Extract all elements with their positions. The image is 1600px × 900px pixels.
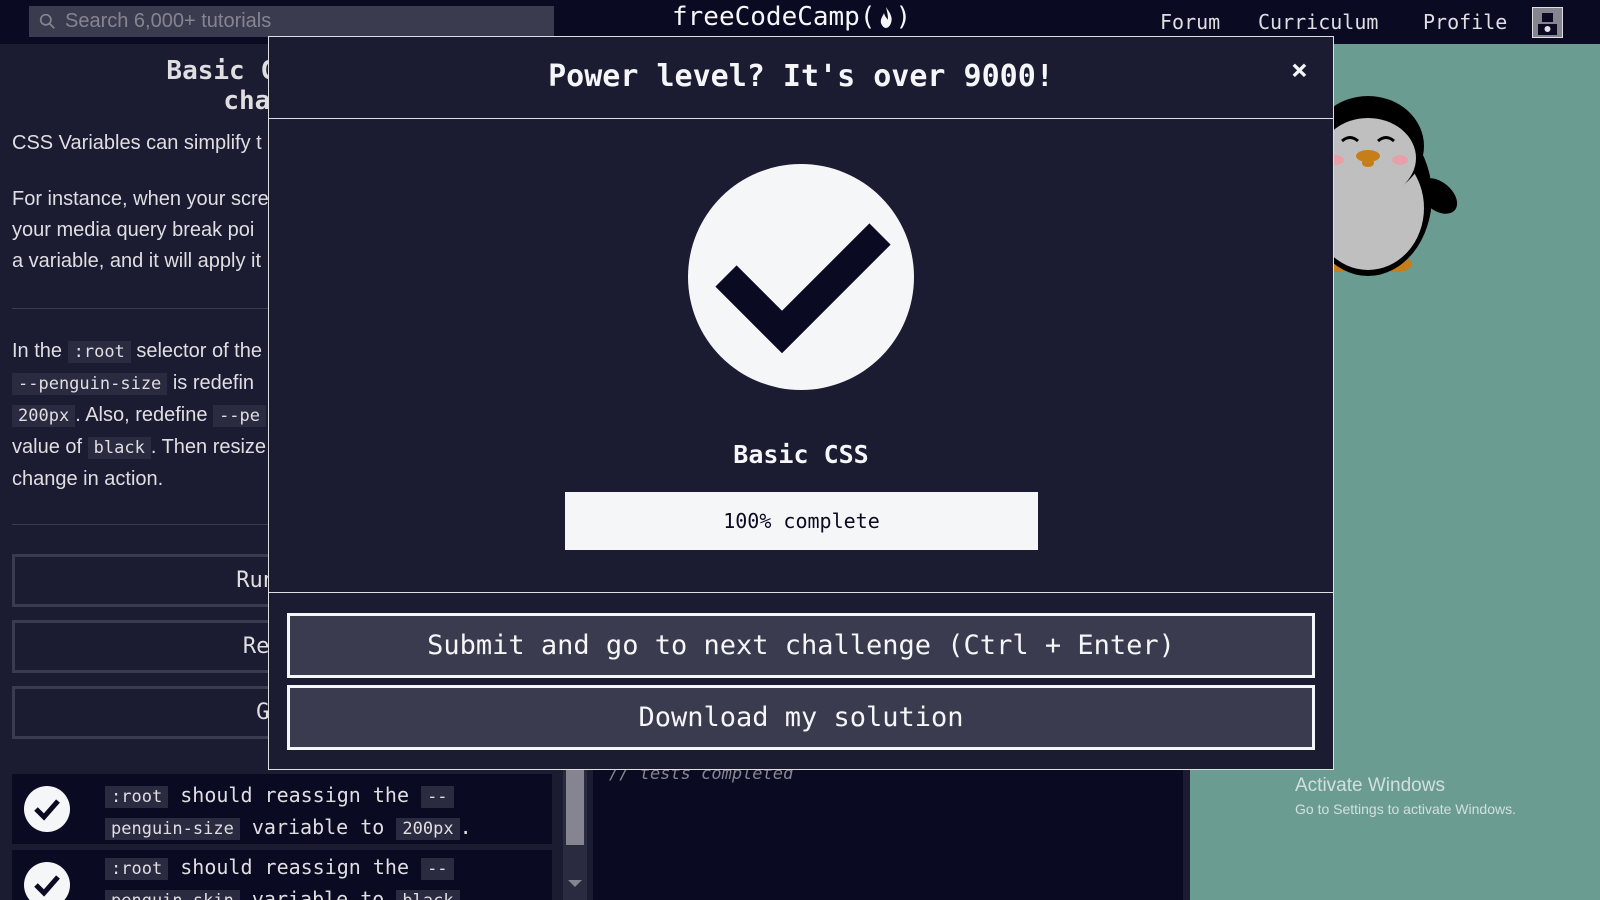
code-root: :root	[105, 858, 169, 880]
certification-name: Basic CSS	[733, 440, 869, 469]
instr-text: In the	[12, 340, 63, 362]
windows-watermark-title: Activate Windows	[1295, 775, 1445, 796]
instr-text: selector of the	[136, 340, 262, 362]
code-dashes: --	[421, 858, 454, 880]
test-console: // tests completed	[593, 754, 1183, 900]
code-root: :root	[105, 786, 169, 808]
completion-modal: Power level? It's over 9000! × Basic CSS…	[268, 36, 1334, 770]
test-text-part: should reassign the	[180, 783, 410, 807]
instr-text: . Also, redefine	[75, 404, 208, 426]
code-root: :root	[67, 341, 131, 363]
check-icon	[24, 786, 70, 832]
code-black: black	[87, 437, 151, 459]
scrollbar-thumb[interactable]	[566, 770, 584, 845]
modal-title: Power level? It's over 9000!	[548, 59, 1054, 94]
code-penguin-size: penguin-size	[105, 818, 240, 840]
code-pe: --pe	[213, 405, 267, 427]
paragraph-2-line: your media query break poi	[12, 219, 255, 241]
search-input[interactable]: Search 6,000+ tutorials	[65, 10, 271, 33]
code-200px: 200px	[396, 818, 460, 840]
search-icon	[39, 13, 55, 29]
instr-text: change in action.	[12, 468, 164, 490]
download-solution-button[interactable]: Download my solution	[287, 685, 1315, 750]
paragraph-2-line: a variable, and it will apply it	[12, 250, 262, 272]
instr-text: value of	[12, 436, 83, 458]
progress-label: 100% complete	[723, 509, 880, 533]
instr-text: . Then resize	[150, 436, 267, 458]
code-200px: 200px	[12, 405, 76, 427]
scroll-down-icon[interactable]	[568, 880, 582, 887]
test-text-part: should reassign the	[180, 855, 410, 879]
paragraph-2-line: For instance, when your scre	[12, 188, 269, 210]
nav-profile[interactable]: Profile	[1423, 10, 1507, 34]
submit-next-challenge-button[interactable]: Submit and go to next challenge (Ctrl + …	[287, 613, 1315, 678]
check-icon	[24, 862, 70, 900]
code-penguin-skin: penguin-skin	[105, 890, 240, 900]
success-check-icon	[688, 164, 914, 390]
nav-forum[interactable]: Forum	[1160, 10, 1220, 34]
code-dashes: --	[421, 786, 454, 808]
lesson-paragraph-2: For instance, when your scre your media …	[12, 184, 269, 277]
test-result-2: :root should reassign the -- penguin-ski…	[12, 850, 552, 900]
test-text-part: variable to	[251, 815, 385, 839]
progress-bar: 100% complete	[565, 492, 1038, 550]
code-black: black	[396, 890, 460, 900]
modal-header: Power level? It's over 9000! ×	[269, 37, 1333, 119]
test-result-1: :root should reassign the -- penguin-siz…	[12, 774, 552, 844]
lesson-instructions: In the :root selector of the --penguin-s…	[12, 336, 266, 495]
test-text-part: variable to	[251, 887, 385, 900]
test-text-part: .	[459, 815, 472, 839]
lesson-paragraph-1: CSS Variables can simplify t	[12, 132, 262, 154]
freecodecamp-logo[interactable]: freeCodeCamp()	[672, 2, 911, 32]
test-text: :root should reassign the -- penguin-siz…	[105, 780, 545, 844]
code-penguin-size: --penguin-size	[12, 373, 168, 395]
search-bar[interactable]: Search 6,000+ tutorials	[29, 6, 554, 37]
close-icon[interactable]: ×	[1291, 55, 1308, 85]
logo-text: freeCodeCamp(	[672, 2, 876, 32]
instr-text: is redefin	[172, 372, 255, 394]
nav-curriculum[interactable]: Curriculum	[1258, 10, 1378, 34]
avatar[interactable]	[1532, 7, 1563, 38]
modal-divider	[269, 592, 1333, 593]
logo-paren: )	[895, 2, 912, 32]
user-avatar-icon	[1538, 13, 1557, 35]
flame-icon	[880, 6, 892, 28]
windows-watermark-subtitle: Go to Settings to activate Windows.	[1295, 801, 1516, 817]
test-text: :root should reassign the -- penguin-ski…	[105, 852, 545, 900]
